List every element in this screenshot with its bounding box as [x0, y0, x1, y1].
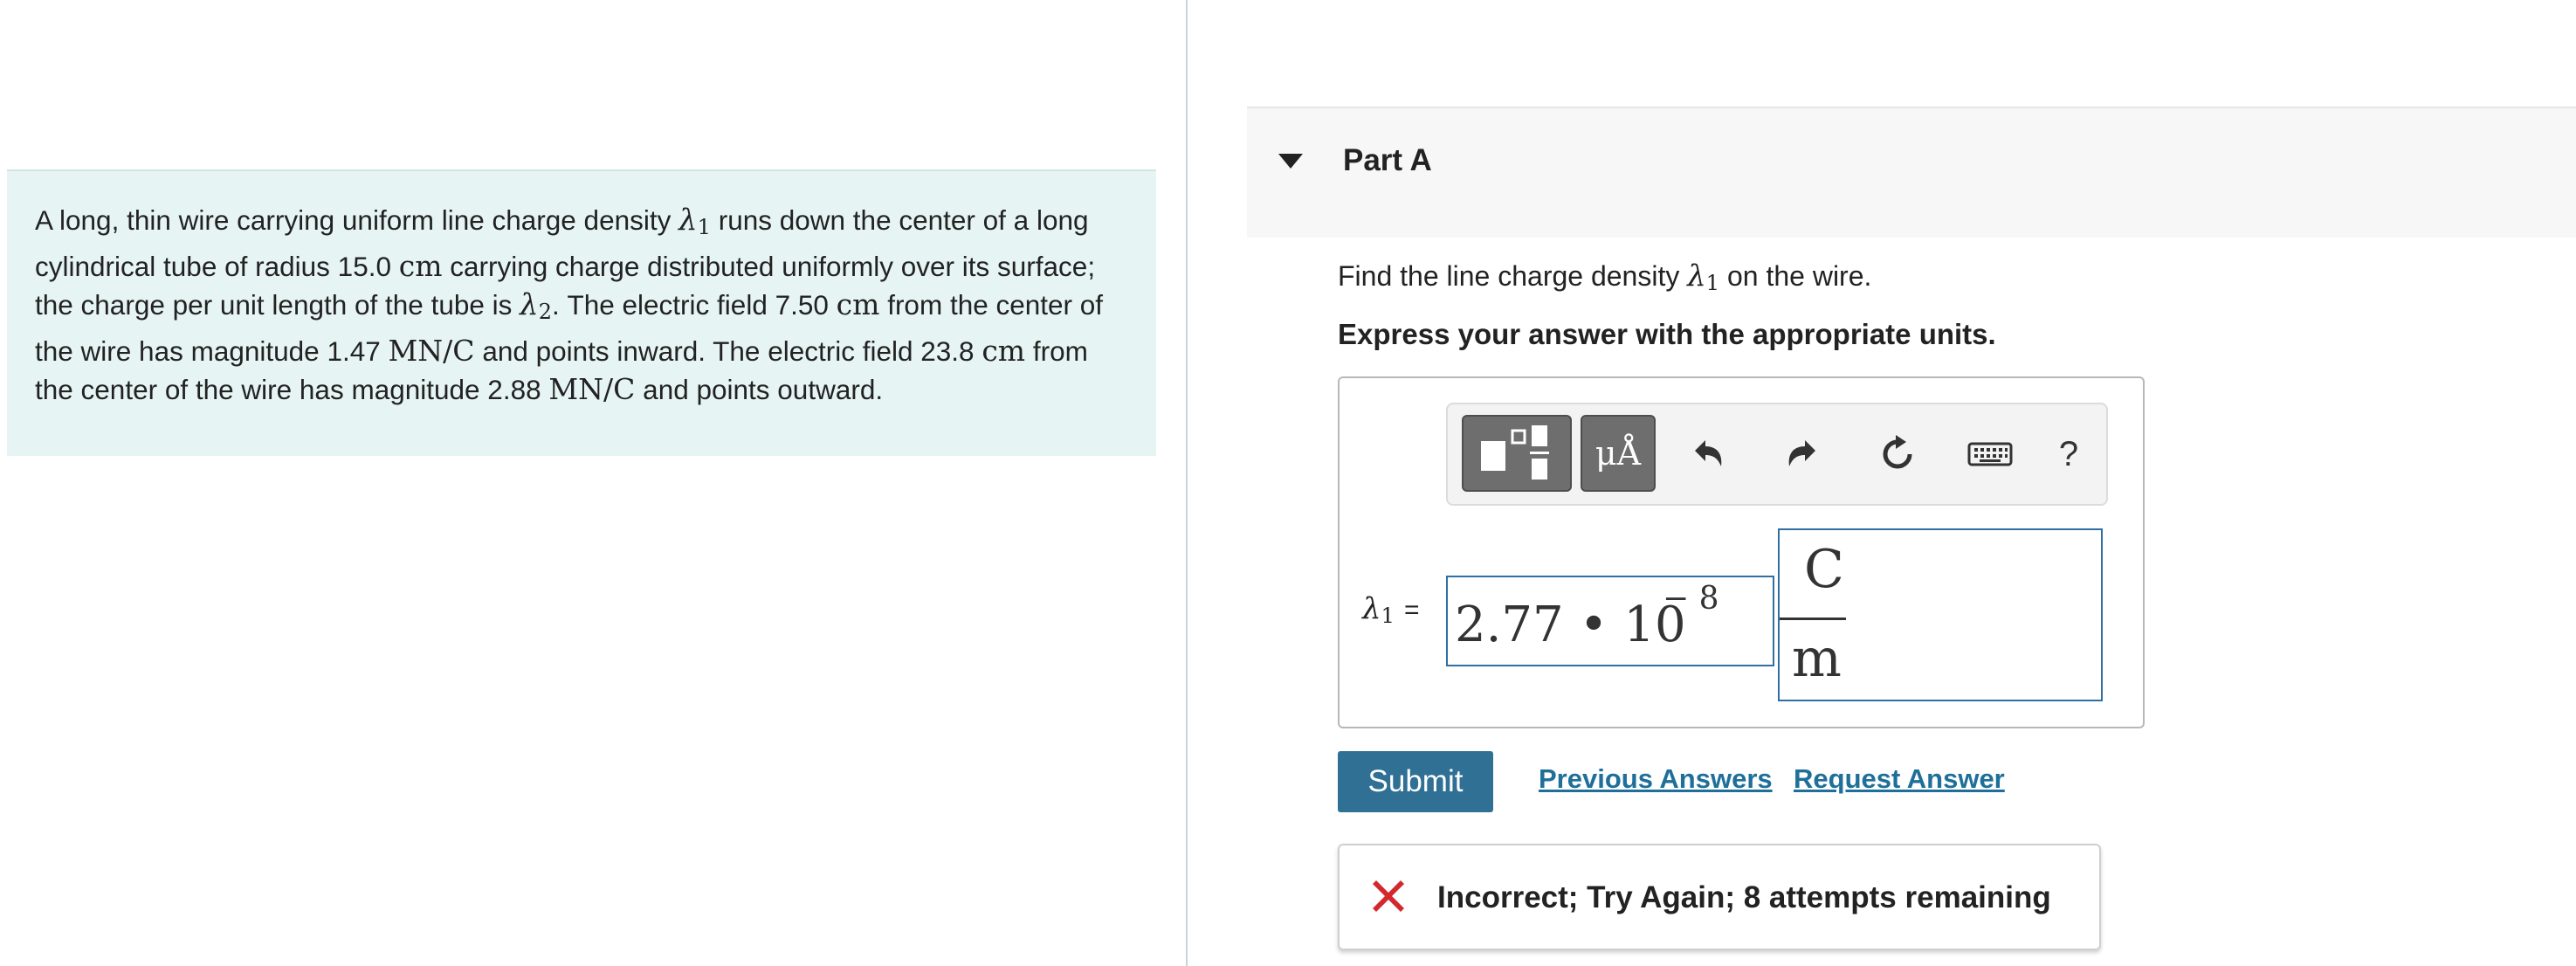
- part-a-header[interactable]: Part A: [1247, 107, 2576, 238]
- units-input-field[interactable]: C m: [1778, 528, 2103, 701]
- keyboard-button[interactable]: [1963, 427, 2017, 481]
- units-icon: μÅ: [1595, 434, 1642, 473]
- answer-box: μÅ ? λ1 = 2.77 • 10 − 8 C m: [1338, 376, 2145, 728]
- templates-button[interactable]: [1462, 415, 1572, 492]
- math-toolbar: μÅ ?: [1446, 403, 2108, 506]
- help-icon: ?: [2058, 434, 2079, 473]
- problem-statement-panel: A long, thin wire carrying uniform line …: [7, 169, 1156, 456]
- redo-icon: [1788, 440, 1815, 466]
- help-button[interactable]: ?: [2042, 427, 2096, 481]
- reset-icon: [1883, 435, 1912, 469]
- undo-button[interactable]: [1682, 427, 1736, 481]
- unit-numerator: C: [1804, 539, 1844, 600]
- submit-button[interactable]: Submit: [1338, 751, 1493, 812]
- value-input-field[interactable]: 2.77 • 10 − 8: [1446, 576, 1774, 666]
- feedback-box: Incorrect; Try Again; 8 attempts remaini…: [1338, 844, 2101, 950]
- answer-variable-label: λ1 =: [1362, 591, 1420, 628]
- question-lambda-symbol: λ1: [1687, 259, 1720, 295]
- undo-icon: [1695, 440, 1722, 466]
- panel-divider: [1186, 0, 1188, 966]
- templates-icon: [1481, 425, 1549, 480]
- feedback-message: Incorrect; Try Again; 8 attempts remaini…: [1437, 880, 2051, 914]
- value-exponent: − 8: [1663, 581, 1719, 617]
- previous-answers-link[interactable]: Previous Answers: [1539, 763, 1773, 795]
- value-mantissa: 2.77 • 10: [1455, 597, 1686, 653]
- lambda2-symbol: λ2: [520, 287, 552, 324]
- request-answer-link[interactable]: Request Answer: [1794, 763, 2005, 795]
- problem-text: A long, thin wire carrying uniform line …: [35, 203, 1104, 406]
- redo-button[interactable]: [1774, 427, 1829, 481]
- part-title: Part A: [1343, 143, 1432, 177]
- lambda1-symbol: λ1: [678, 203, 711, 239]
- keyboard-icon: [1967, 442, 2013, 466]
- question-text: Find the line charge density λ1 on the w…: [1338, 259, 1872, 295]
- answer-instructions: Express your answer with the appropriate…: [1338, 318, 1996, 350]
- unit-denominator: m: [1792, 628, 1842, 689]
- fraction-bar: [1780, 618, 1846, 620]
- error-x-icon: [1373, 880, 1404, 912]
- units-button[interactable]: μÅ: [1581, 415, 1656, 492]
- collapse-caret-icon[interactable]: [1278, 154, 1303, 169]
- reset-button[interactable]: [1870, 427, 1925, 481]
